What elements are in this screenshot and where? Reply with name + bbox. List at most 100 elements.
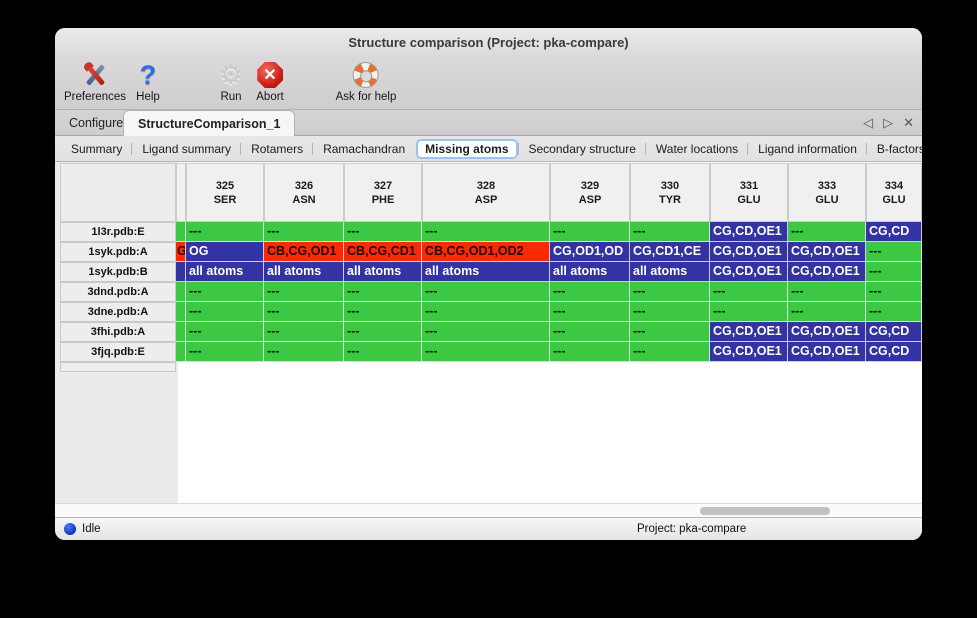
cell-partial[interactable] <box>176 262 186 282</box>
cell-3dne.pdb:A-333[interactable]: --- <box>788 302 866 322</box>
cell-1l3r.pdb:E-326[interactable]: --- <box>264 222 344 242</box>
cell-1syk.pdb:A-330[interactable]: CG,CD1,CE <box>630 242 710 262</box>
horizontal-scrollbar[interactable] <box>55 503 922 517</box>
cell-1syk.pdb:A-334[interactable]: --- <box>866 242 922 262</box>
cell-3fjq.pdb:E-329[interactable]: --- <box>550 342 630 362</box>
cell-partial[interactable] <box>176 342 186 362</box>
cell-3dne.pdb:A-331[interactable]: --- <box>710 302 788 322</box>
cell-1l3r.pdb:E-331[interactable]: CG,CD,OE1 <box>710 222 788 242</box>
cell-1l3r.pdb:E-333[interactable]: --- <box>788 222 866 242</box>
cell-3fhi.pdb:A-325[interactable]: --- <box>186 322 264 342</box>
toolbar-button-ask-for-help[interactable]: Ask for help <box>336 60 397 103</box>
cell-1l3r.pdb:E-329[interactable]: --- <box>550 222 630 242</box>
cell-1syk.pdb:A-327[interactable]: CB,CG,CD1 <box>344 242 422 262</box>
tab-close-icon[interactable]: ✕ <box>903 115 914 131</box>
cell-3fhi.pdb:A-326[interactable]: --- <box>264 322 344 342</box>
toolbar-button-help[interactable]: ?Help <box>136 60 160 103</box>
tab-prev-icon[interactable]: ◁ <box>863 115 873 131</box>
cell-3fjq.pdb:E-326[interactable]: --- <box>264 342 344 362</box>
cell-1syk.pdb:A-329[interactable]: CG,OD1,OD <box>550 242 630 262</box>
cell-1syk.pdb:A-328[interactable]: CB,CG,OD1,OD2 <box>422 242 550 262</box>
cell-3dne.pdb:A-326[interactable]: --- <box>264 302 344 322</box>
column-header-331[interactable]: 331GLU <box>710 163 788 222</box>
cell-1syk.pdb:A-331[interactable]: CG,CD,OE1 <box>710 242 788 262</box>
cell-1l3r.pdb:E-325[interactable]: --- <box>186 222 264 242</box>
column-header-327[interactable]: 327PHE <box>344 163 422 222</box>
toolbar-button-run[interactable]: ⚙Run <box>219 60 243 103</box>
cell-3dne.pdb:A-327[interactable]: --- <box>344 302 422 322</box>
toolbar-button-preferences[interactable]: Preferences <box>64 60 126 103</box>
cell-1syk.pdb:B-329[interactable]: all atoms <box>550 262 630 282</box>
cell-3fhi.pdb:A-330[interactable]: --- <box>630 322 710 342</box>
cell-3dnd.pdb:A-329[interactable]: --- <box>550 282 630 302</box>
cell-1syk.pdb:A-326[interactable]: CB,CG,OD1 <box>264 242 344 262</box>
column-header-326[interactable]: 326ASN <box>264 163 344 222</box>
cell-3dne.pdb:A-330[interactable]: --- <box>630 302 710 322</box>
cell-3fhi.pdb:A-328[interactable]: --- <box>422 322 550 342</box>
cell-3dne.pdb:A-334[interactable]: --- <box>866 302 922 322</box>
cell-partial[interactable]: G <box>176 242 186 262</box>
cell-3dnd.pdb:A-333[interactable]: --- <box>788 282 866 302</box>
cell-1syk.pdb:B-327[interactable]: all atoms <box>344 262 422 282</box>
cell-3dnd.pdb:A-326[interactable]: --- <box>264 282 344 302</box>
cell-1l3r.pdb:E-330[interactable]: --- <box>630 222 710 242</box>
column-header-333[interactable]: 333GLU <box>788 163 866 222</box>
cell-partial[interactable] <box>176 222 186 242</box>
column-header-329[interactable]: 329ASP <box>550 163 630 222</box>
title-bar[interactable]: Structure comparison (Project: pka-compa… <box>55 28 922 58</box>
horizontal-scrollbar-thumb[interactable] <box>700 507 830 515</box>
cell-3fhi.pdb:A-327[interactable]: --- <box>344 322 422 342</box>
cell-3dnd.pdb:A-330[interactable]: --- <box>630 282 710 302</box>
column-header-325[interactable]: 325SER <box>186 163 264 222</box>
result-tab-ligand-summary[interactable]: Ligand summary <box>133 139 240 159</box>
cell-1syk.pdb:B-333[interactable]: CG,CD,OE1 <box>788 262 866 282</box>
cell-3fjq.pdb:E-333[interactable]: CG,CD,OE1 <box>788 342 866 362</box>
cell-1syk.pdb:B-326[interactable]: all atoms <box>264 262 344 282</box>
cell-3dne.pdb:A-325[interactable]: --- <box>186 302 264 322</box>
cell-1l3r.pdb:E-328[interactable]: --- <box>422 222 550 242</box>
tab-structure-comparison-1[interactable]: StructureComparison_1 <box>123 110 295 136</box>
cell-3dne.pdb:A-329[interactable]: --- <box>550 302 630 322</box>
cell-partial[interactable] <box>176 302 186 322</box>
cell-3dnd.pdb:A-327[interactable]: --- <box>344 282 422 302</box>
cell-3fjq.pdb:E-327[interactable]: --- <box>344 342 422 362</box>
cell-1syk.pdb:B-330[interactable]: all atoms <box>630 262 710 282</box>
cell-3fhi.pdb:A-334[interactable]: CG,CD <box>866 322 922 342</box>
cell-3fjq.pdb:E-328[interactable]: --- <box>422 342 550 362</box>
cell-3dnd.pdb:A-334[interactable]: --- <box>866 282 922 302</box>
result-tab-ramachandran[interactable]: Ramachandran <box>314 139 414 159</box>
cell-3fjq.pdb:E-334[interactable]: CG,CD <box>866 342 922 362</box>
cell-1syk.pdb:B-331[interactable]: CG,CD,OE1 <box>710 262 788 282</box>
cell-3dne.pdb:A-328[interactable]: --- <box>422 302 550 322</box>
cell-1syk.pdb:B-325[interactable]: all atoms <box>186 262 264 282</box>
result-tab-summary[interactable]: Summary <box>62 139 131 159</box>
cell-1syk.pdb:A-333[interactable]: CG,CD,OE1 <box>788 242 866 262</box>
cell-1l3r.pdb:E-327[interactable]: --- <box>344 222 422 242</box>
result-tab-rotamers[interactable]: Rotamers <box>242 139 312 159</box>
cell-3dnd.pdb:A-325[interactable]: --- <box>186 282 264 302</box>
result-tab-missing-atoms[interactable]: Missing atoms <box>416 139 517 159</box>
cell-partial[interactable] <box>176 322 186 342</box>
result-tab-secondary-structure[interactable]: Secondary structure <box>520 139 645 159</box>
tab-next-icon[interactable]: ▷ <box>883 115 893 131</box>
cell-1syk.pdb:B-328[interactable]: all atoms <box>422 262 550 282</box>
cell-partial[interactable] <box>176 282 186 302</box>
cell-1l3r.pdb:E-334[interactable]: CG,CD <box>866 222 922 242</box>
cell-3dnd.pdb:A-328[interactable]: --- <box>422 282 550 302</box>
cell-3fhi.pdb:A-331[interactable]: CG,CD,OE1 <box>710 322 788 342</box>
cell-3dnd.pdb:A-331[interactable]: --- <box>710 282 788 302</box>
column-header-334[interactable]: 334GLU <box>866 163 922 222</box>
cell-3fjq.pdb:E-325[interactable]: --- <box>186 342 264 362</box>
toolbar-button-abort[interactable]: ✕Abort <box>256 60 284 103</box>
cell-3fjq.pdb:E-330[interactable]: --- <box>630 342 710 362</box>
cell-3fjq.pdb:E-331[interactable]: CG,CD,OE1 <box>710 342 788 362</box>
result-tab-b-factors[interactable]: B-factors <box>868 139 922 159</box>
cell-3fhi.pdb:A-333[interactable]: CG,CD,OE1 <box>788 322 866 342</box>
cell-1syk.pdb:B-334[interactable]: --- <box>866 262 922 282</box>
cell-1syk.pdb:A-325[interactable]: OG <box>186 242 264 262</box>
result-tab-water-locations[interactable]: Water locations <box>647 139 747 159</box>
cell-3fhi.pdb:A-329[interactable]: --- <box>550 322 630 342</box>
result-tab-ligand-information[interactable]: Ligand information <box>749 139 866 159</box>
column-header-330[interactable]: 330TYR <box>630 163 710 222</box>
column-header-328[interactable]: 328ASP <box>422 163 550 222</box>
